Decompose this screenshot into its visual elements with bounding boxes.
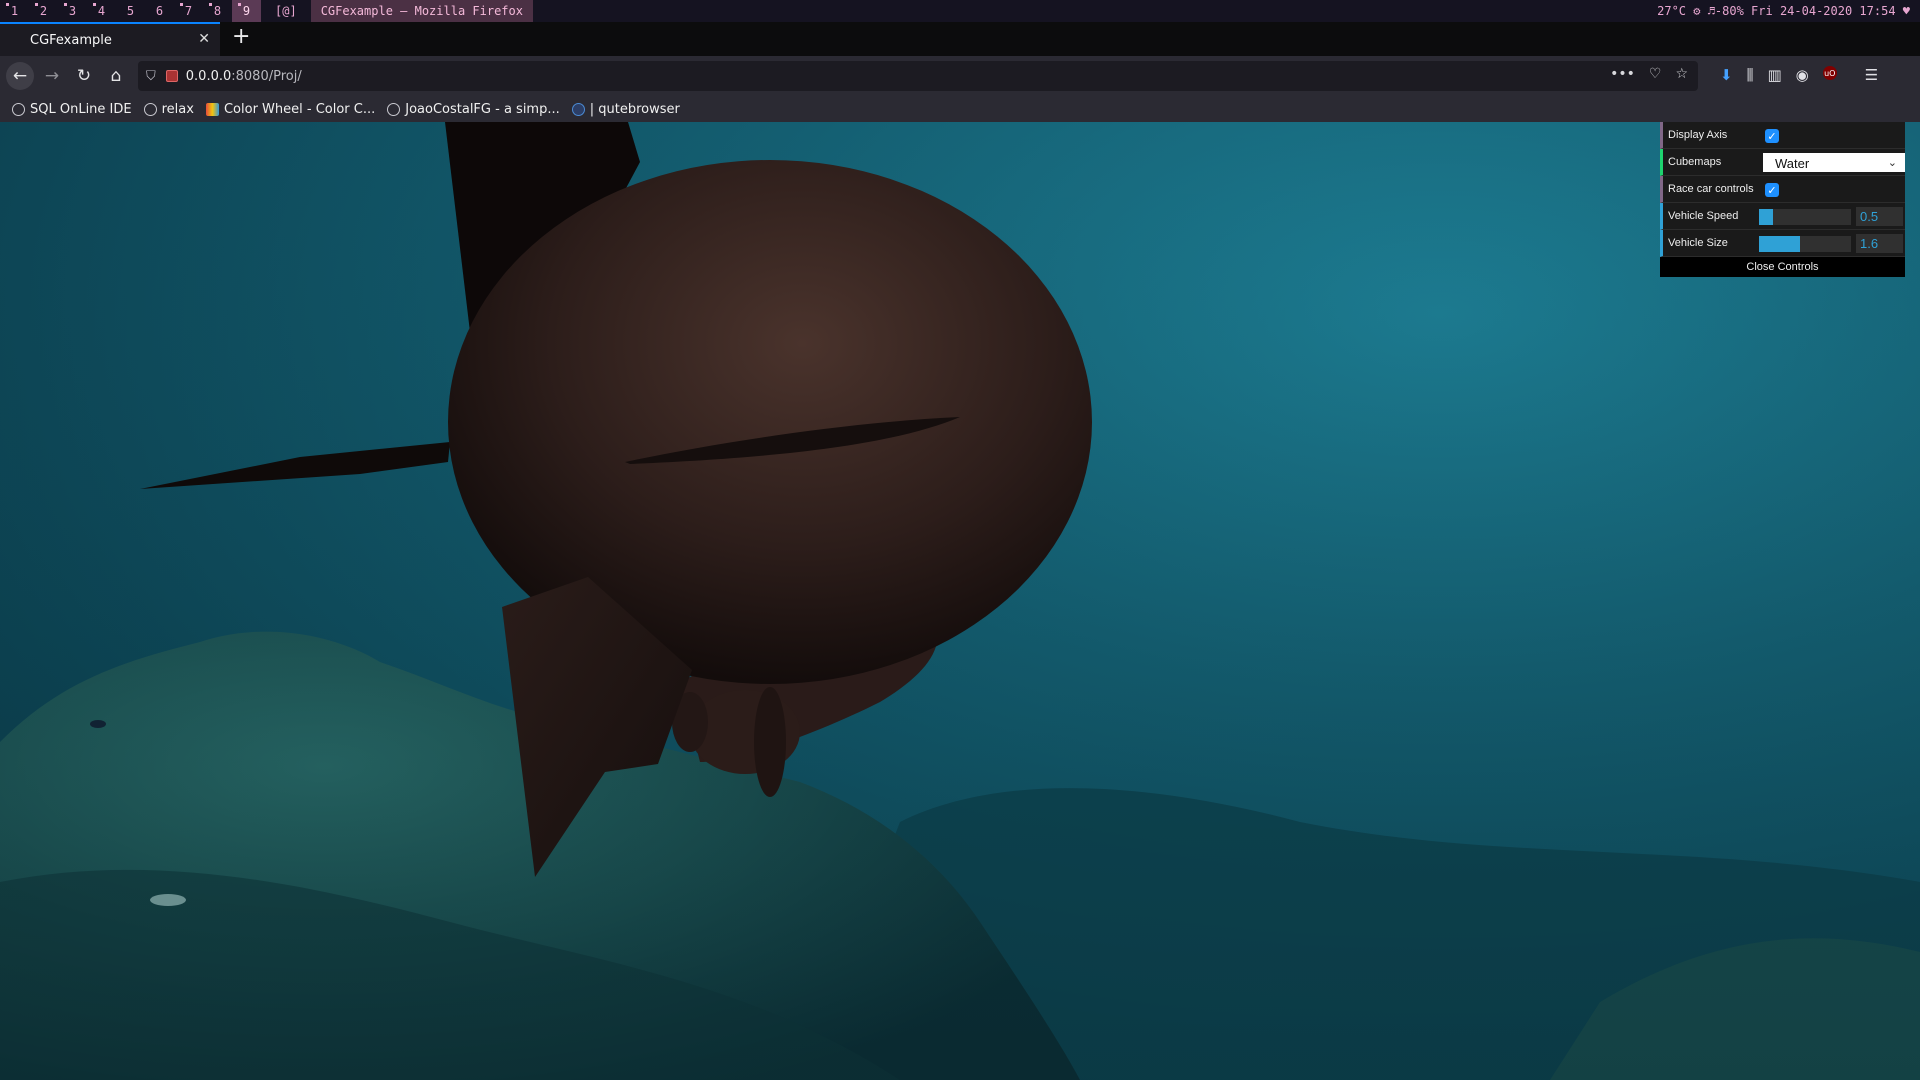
globe-icon [143, 102, 157, 116]
reload-icon[interactable]: ↻ [72, 64, 96, 88]
workspace-list: 1 2 3 4 5 6 7 8 9 [0, 0, 261, 22]
bookmark-label: | qutebrowser [589, 101, 680, 117]
underwater-scene [0, 122, 1920, 1080]
workspace-occupied-dot [93, 3, 96, 6]
bookmark-star-icon[interactable]: ☆ [1675, 66, 1688, 82]
bookmark-item[interactable]: SQL OnLine IDE [12, 102, 132, 117]
vehicle-speed-label: Vehicle Speed [1668, 210, 1739, 222]
workspace-number: 6 [155, 4, 164, 18]
globe-icon [12, 102, 25, 116]
bookmarks-bar: SQL OnLine IDE relax Color Wheel - Color C… [0, 96, 1920, 122]
workspace-occupied-dot [238, 3, 241, 6]
url-host: 0.0.0.0 [185, 68, 232, 84]
bookmark-label: SQL OnLine IDE [30, 101, 132, 117]
workspace-6[interactable]: 6 [145, 0, 174, 22]
tab-strip: CGFexample ✕ + [0, 22, 1920, 56]
bookmark-item[interactable]: relax [143, 101, 194, 117]
back-arrow-icon[interactable]: ← [6, 62, 34, 90]
workspace-occupied-dot [180, 3, 183, 6]
workspace-occupied-dot [209, 3, 212, 6]
fish [150, 894, 186, 906]
workspace-number: 1 [10, 4, 19, 18]
globe-icon [387, 102, 401, 116]
downloads-icon[interactable]: ⬇ [1720, 66, 1733, 84]
bookmark-item[interactable]: Color Wheel - Color C... [205, 101, 376, 117]
workspace-number: 9 [242, 4, 251, 18]
workspace-5[interactable]: 5 [116, 0, 145, 22]
vehicle-speed-slider-fill [1759, 209, 1773, 225]
race-controls-row[interactable]: Race car controls ✓ [1660, 176, 1905, 203]
vehicle-size-input[interactable]: 1.6 [1856, 234, 1903, 253]
display-axis-row[interactable]: Display Axis ✓ [1660, 122, 1905, 149]
tab-cgfexample[interactable]: CGFexample ✕ [0, 22, 220, 56]
vehicle-size-row[interactable]: Vehicle Size 1.6 [1660, 230, 1905, 257]
sidebar-icon[interactable]: ▥ [1767, 66, 1781, 84]
pocket-icon[interactable]: ♡ [1649, 66, 1662, 82]
cubemaps-row[interactable]: Cubemaps Water ⌄ [1660, 149, 1905, 176]
vehicle-speed-row[interactable]: Vehicle Speed 0.5 [1660, 203, 1905, 230]
menu-hamburger-icon[interactable]: ☰ [1865, 66, 1878, 84]
workspace-8[interactable]: 8 [203, 0, 232, 22]
bookmark-label: relax [161, 101, 194, 117]
workspace-number: 2 [39, 4, 48, 18]
account-icon[interactable]: ◉ [1796, 66, 1809, 84]
close-tab-icon[interactable]: ✕ [198, 31, 210, 47]
ublock-icon[interactable]: uO [1822, 66, 1837, 80]
url-bar[interactable]: ⛉ 0.0.0.0 :8080/Proj/ ••• ♡ ☆ [138, 61, 1698, 91]
bookmark-item[interactable]: JoaoCostalFG - a simp... [387, 102, 560, 117]
submarine-propeller-ring [754, 687, 786, 797]
workspace-occupied-dot [6, 3, 9, 6]
workspace-number: 3 [68, 4, 77, 18]
workspace-1[interactable]: 1 [0, 0, 29, 22]
active-window-title: CGFexample – Mozilla Firefox [310, 0, 533, 22]
forward-arrow-icon[interactable]: → [40, 64, 64, 88]
cubemaps-label: Cubemaps [1668, 156, 1722, 168]
bookmark-label: JoaoCostalFG - a simp... [405, 101, 560, 117]
cubemaps-select[interactable]: Water ⌄ [1763, 153, 1905, 172]
workspace-number: 7 [184, 4, 193, 18]
bookmark-label: Color Wheel - Color C... [223, 101, 376, 117]
workspace-3[interactable]: 3 [58, 0, 87, 22]
close-controls-button[interactable]: Close Controls [1660, 257, 1905, 277]
workspace-7[interactable]: 7 [174, 0, 203, 22]
workspace-occupied-dot [35, 3, 38, 6]
tracking-shield-icon[interactable]: ⛉ [146, 69, 156, 84]
race-controls-checkbox[interactable]: ✓ [1765, 183, 1779, 197]
url-path: :8080/Proj/ [231, 68, 302, 84]
display-axis-label: Display Axis [1668, 129, 1728, 141]
workspace-occupied-dot [64, 3, 67, 6]
workspace-2[interactable]: 2 [29, 0, 58, 22]
workspace-9[interactable]: 9 [232, 0, 261, 22]
workspace-number: 4 [97, 4, 106, 18]
window-manager-bar: 1 2 3 4 5 6 7 8 9 [@] CGFexample – Mozilla Firef… [0, 0, 1920, 22]
color-wheel-icon [205, 102, 219, 116]
chevron-down-icon: ⌄ [1887, 157, 1897, 169]
vehicle-size-slider-fill [1759, 236, 1801, 252]
library-icon[interactable]: ⫼ [1747, 66, 1754, 84]
vehicle-speed-slider[interactable] [1759, 209, 1851, 225]
home-icon[interactable]: ⌂ [104, 64, 128, 88]
controls-panel: Display Axis ✓ Cubemaps Water ⌄ Race car… [1660, 122, 1905, 277]
display-axis-checkbox[interactable]: ✓ [1765, 129, 1779, 143]
system-status: 27°C ⚙ ♬-80% Fri 24-04-2020 17:54 ♥ [1657, 4, 1910, 18]
vehicle-speed-input[interactable]: 0.5 [1856, 207, 1903, 226]
fish-small [90, 720, 106, 728]
workspace-number: 8 [213, 4, 222, 18]
new-tab-icon[interactable]: + [232, 24, 250, 49]
workspace-number: 5 [126, 4, 135, 18]
navigation-toolbar: ← → ↻ ⌂ ⛉ 0.0.0.0 :8080/Proj/ ••• ♡ ☆ ⬇ … [0, 56, 1920, 96]
workspace-4[interactable]: 4 [87, 0, 116, 22]
race-controls-label: Race car controls [1668, 183, 1754, 195]
vehicle-size-slider[interactable] [1759, 236, 1851, 252]
bookmark-item[interactable]: | qutebrowser [571, 101, 680, 117]
insecure-connection-icon[interactable] [165, 70, 178, 82]
layout-indicator: [@] [275, 4, 297, 18]
webgl-canvas[interactable] [0, 122, 1920, 1080]
tab-title: CGFexample [30, 32, 112, 48]
cubemaps-selected-value: Water [1775, 156, 1810, 171]
page-actions-icon[interactable]: ••• [1610, 66, 1635, 82]
qutebrowser-icon [571, 102, 585, 116]
vehicle-size-label: Vehicle Size [1668, 237, 1728, 249]
